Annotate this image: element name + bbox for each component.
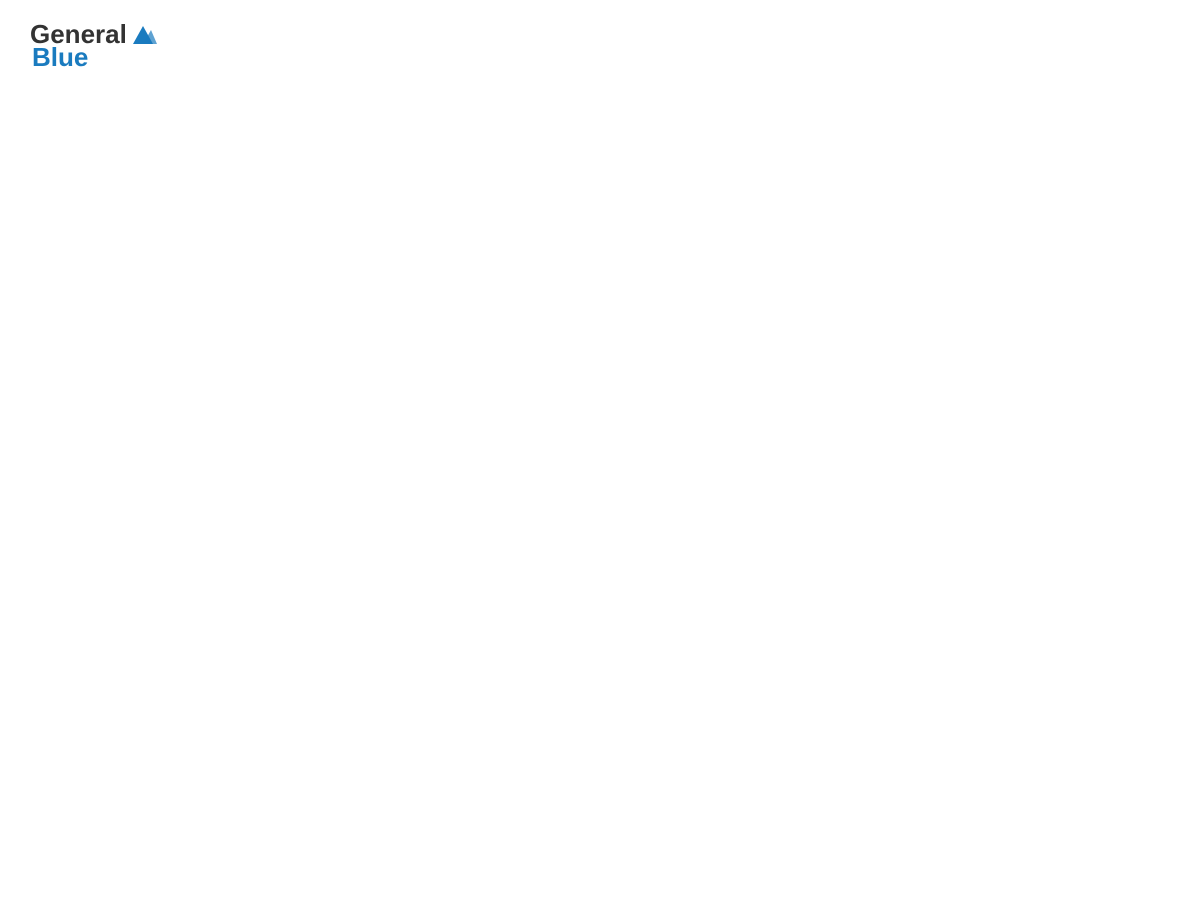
page-header: General Blue xyxy=(30,20,1158,73)
logo-icon xyxy=(129,20,157,48)
logo: General Blue xyxy=(30,20,157,73)
logo-blue-text: Blue xyxy=(32,42,88,73)
